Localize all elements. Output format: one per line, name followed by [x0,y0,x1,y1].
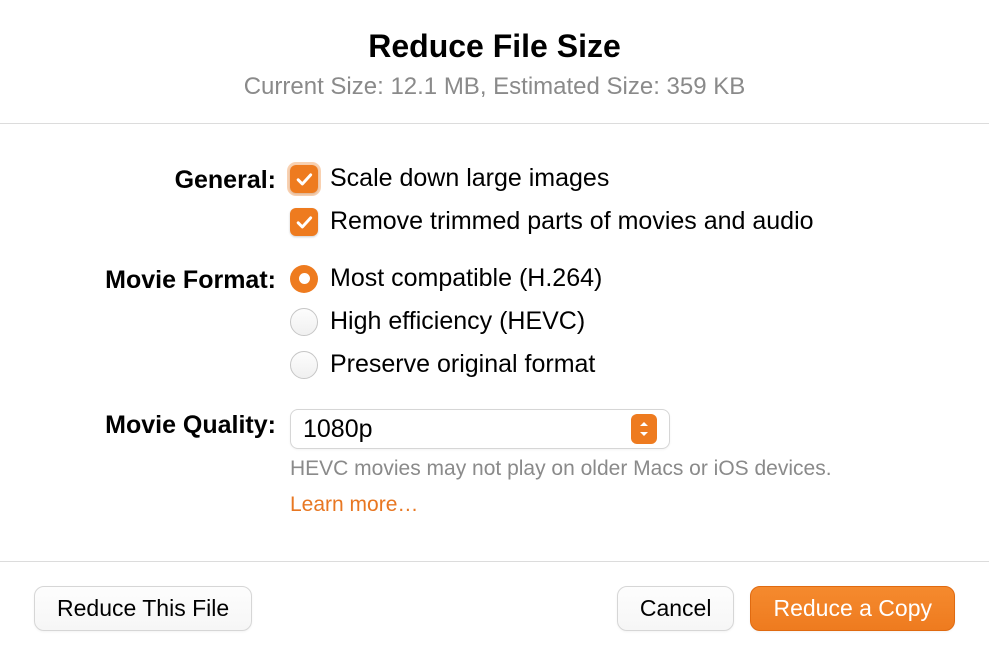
movie-quality-controls: 1080p HEVC movies may not play on older … [290,409,929,517]
dialog-footer: Reduce This File Cancel Reduce a Copy [0,562,989,655]
learn-more-link[interactable]: Learn more… [290,493,929,517]
general-row: General: Scale down large images Remove … [60,164,929,250]
movie-quality-row: Movie Quality: 1080p HEVC movies may not… [60,409,929,517]
chevron-up-icon [639,419,649,429]
scale-down-checkbox[interactable] [290,165,318,193]
movie-quality-value: 1080p [303,415,631,444]
format-hevc-radio[interactable] [290,308,318,336]
remove-trimmed-option: Remove trimmed parts of movies and audio [290,207,929,236]
movie-format-row: Movie Format: Most compatible (H.264) Hi… [60,264,929,393]
cancel-button[interactable]: Cancel [617,586,735,631]
scale-down-option: Scale down large images [290,164,929,193]
remove-trimmed-checkbox[interactable] [290,208,318,236]
size-subtitle: Current Size: 12.1 MB, Estimated Size: 3… [0,73,989,101]
general-controls: Scale down large images Remove trimmed p… [290,164,929,250]
select-stepper-icon [631,414,657,444]
movie-format-label: Movie Format: [60,264,290,295]
movie-quality-select[interactable]: 1080p [290,409,670,449]
remove-trimmed-label: Remove trimmed parts of movies and audio [330,207,814,236]
movie-quality-label: Movie Quality: [60,409,290,440]
dialog-title: Reduce File Size [0,28,989,65]
format-preserve-option: Preserve original format [290,350,929,379]
format-preserve-radio[interactable] [290,351,318,379]
dialog-content: General: Scale down large images Remove … [0,124,989,561]
reduce-a-copy-button[interactable]: Reduce a Copy [750,586,955,631]
movie-format-controls: Most compatible (H.264) High efficiency … [290,264,929,393]
dialog-header: Reduce File Size Current Size: 12.1 MB, … [0,0,989,123]
reduce-this-file-button[interactable]: Reduce This File [34,586,252,631]
chevron-down-icon [639,429,649,439]
format-preserve-label: Preserve original format [330,350,595,379]
hevc-note: HEVC movies may not play on older Macs o… [290,457,929,481]
general-label: General: [60,164,290,195]
format-h264-label: Most compatible (H.264) [330,264,602,293]
format-hevc-option: High efficiency (HEVC) [290,307,929,336]
format-h264-option: Most compatible (H.264) [290,264,929,293]
check-icon [294,212,314,232]
scale-down-label: Scale down large images [330,164,609,193]
check-icon [294,169,314,189]
format-hevc-label: High efficiency (HEVC) [330,307,585,336]
format-h264-radio[interactable] [290,265,318,293]
